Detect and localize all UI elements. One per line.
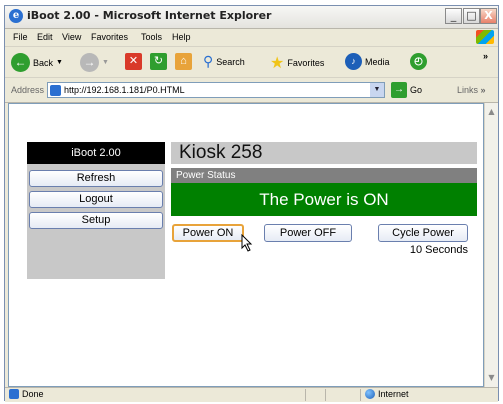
minimize-button[interactable]: _ — [445, 8, 462, 24]
security-zone: Internet — [365, 389, 409, 399]
globe-icon — [365, 389, 375, 399]
scroll-up-icon[interactable]: ▲ — [485, 105, 498, 119]
favorites-button[interactable]: ★ Favorites — [270, 53, 324, 73]
status-divider — [325, 389, 326, 401]
go-arrow-icon: → — [391, 82, 407, 98]
menu-favorites[interactable]: Favorites — [91, 32, 128, 42]
page-icon — [50, 85, 61, 96]
device-name: iBoot 2.00 — [27, 142, 165, 164]
media-icon: ♪ — [345, 53, 362, 70]
home-icon: ⌂ — [175, 53, 192, 70]
address-dropdown-icon[interactable]: ▼ — [370, 83, 384, 97]
cycle-power-button[interactable]: Cycle Power — [378, 224, 468, 242]
stop-icon: ✕ — [125, 53, 142, 70]
menu-file[interactable]: File — [13, 32, 28, 42]
forward-dropdown-icon[interactable]: ▼ — [102, 59, 109, 66]
menu-help[interactable]: Help — [172, 32, 191, 42]
stop-button[interactable]: ✕ — [125, 53, 142, 70]
address-input[interactable]: http://192.168.1.181/P0.HTML ▼ — [47, 82, 385, 98]
refresh-button[interactable]: ↻ — [150, 53, 167, 70]
windows-logo-icon — [476, 30, 494, 44]
page-title: Kiosk 258 — [171, 142, 477, 164]
links-label: Links — [457, 85, 479, 95]
history-icon: ◴ — [410, 53, 427, 70]
scroll-down-icon[interactable]: ▼ — [485, 371, 498, 385]
media-label: Media — [365, 56, 390, 67]
maximize-button[interactable]: □ — [463, 8, 480, 24]
power-off-button[interactable]: Power OFF — [264, 224, 352, 242]
close-button[interactable]: X — [480, 8, 497, 24]
status-text: Done — [22, 389, 44, 399]
address-bar: Address http://192.168.1.181/P0.HTML ▼ →… — [5, 78, 498, 103]
vertical-scrollbar[interactable]: ▲ ▼ — [484, 103, 498, 387]
menu-tools[interactable]: Tools — [141, 32, 162, 42]
history-button[interactable]: ◴ — [410, 53, 427, 70]
title-bar: e iBoot 2.00 - Microsoft Internet Explor… — [5, 6, 498, 29]
links-button[interactable]: Links » — [457, 85, 486, 95]
sidebar: Refresh Logout Setup — [27, 164, 165, 279]
links-overflow-chevron-icon: » — [480, 85, 486, 95]
page-content: iBoot 2.00 Refresh Logout Setup Kiosk 25… — [8, 103, 484, 387]
search-button[interactable]: ⚲ Search — [203, 53, 245, 70]
menu-view[interactable]: View — [62, 32, 81, 42]
page-icon — [9, 389, 19, 399]
status-bar: Done Internet — [5, 387, 498, 402]
back-button[interactable]: ← Back ▼ — [11, 53, 63, 72]
media-button[interactable]: ♪ Media — [345, 53, 390, 70]
menu-bar: File Edit View Favorites Tools Help — [5, 29, 498, 47]
address-label: Address — [11, 85, 45, 95]
window-title: iBoot 2.00 - Microsoft Internet Explorer — [27, 9, 272, 22]
forward-button[interactable]: → ▼ — [80, 53, 109, 72]
mouse-cursor-icon — [241, 234, 253, 252]
star-icon: ★ — [270, 55, 285, 72]
power-status-banner: The Power is ON — [171, 183, 477, 216]
status-divider — [360, 389, 361, 401]
go-button[interactable]: → Go — [391, 82, 422, 98]
status-done: Done — [9, 389, 44, 399]
back-dropdown-icon[interactable]: ▼ — [56, 59, 63, 66]
go-label: Go — [410, 85, 423, 95]
menu-edit[interactable]: Edit — [37, 32, 53, 42]
search-label: Search — [216, 56, 245, 67]
toolbar: ← Back ▼ → ▼ ✕ ↻ ⌂ ⚲ Search ★ Favorites … — [5, 47, 498, 78]
power-status-label: Power Status — [171, 168, 477, 183]
toolbar-overflow-chevron-icon: » — [483, 51, 489, 61]
back-arrow-icon: ← — [11, 53, 30, 72]
forward-arrow-icon: → — [80, 53, 99, 72]
cycle-delay-text: 10 Seconds — [409, 244, 468, 256]
logout-button[interactable]: Logout — [29, 191, 163, 208]
status-divider — [305, 389, 306, 401]
ie-logo-icon: e — [9, 9, 23, 23]
refresh-icon: ↻ — [150, 53, 167, 70]
toolbar-overflow[interactable]: » — [483, 51, 488, 61]
refresh-page-button[interactable]: Refresh — [29, 170, 163, 187]
address-url: http://192.168.1.181/P0.HTML — [64, 85, 185, 95]
back-label: Back — [33, 57, 54, 68]
zone-text: Internet — [378, 389, 409, 399]
favorites-label: Favorites — [287, 58, 325, 68]
home-button[interactable]: ⌂ — [175, 53, 192, 70]
setup-button[interactable]: Setup — [29, 212, 163, 229]
browser-window: e iBoot 2.00 - Microsoft Internet Explor… — [4, 5, 499, 402]
power-on-button[interactable]: Power ON — [172, 224, 244, 242]
search-icon: ⚲ — [203, 53, 214, 69]
